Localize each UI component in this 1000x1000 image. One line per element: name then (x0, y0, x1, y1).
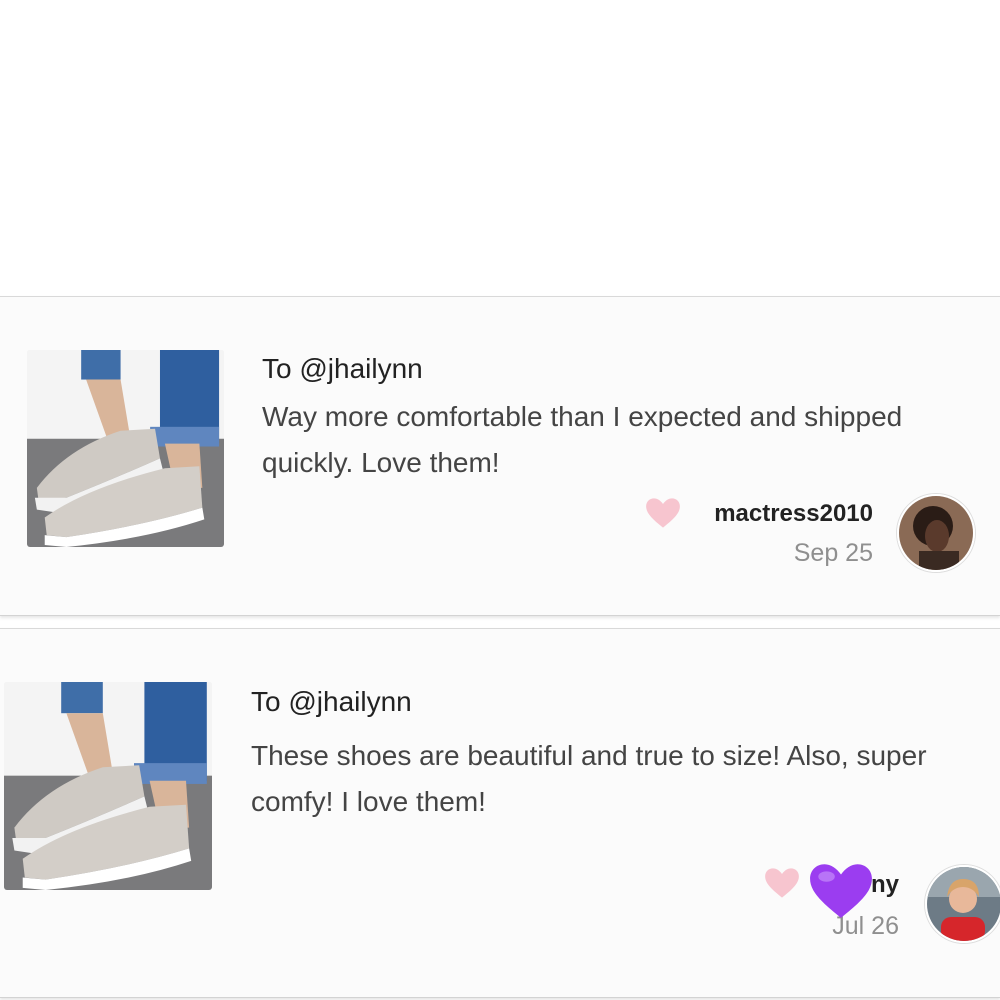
recipient-label: To @jhailynn (251, 686, 412, 717)
product-thumbnail[interactable] (4, 682, 212, 890)
review-date: Sep 25 (793, 539, 873, 567)
reviewer-username[interactable]: mactress2010 (714, 500, 873, 528)
avatar-image (899, 496, 973, 570)
avatar[interactable] (897, 494, 975, 572)
reviewer-username[interactable]: ny (871, 871, 899, 899)
avatar[interactable] (925, 865, 1000, 943)
heart-icon[interactable] (645, 497, 681, 529)
review-text: These shoes are beautiful and true to si… (251, 740, 927, 817)
review-card[interactable]: To @jhailynn Way more comfortable than I… (0, 296, 1000, 616)
avatar-image (927, 867, 1000, 941)
reviews-page: To @jhailynn Way more comfortable than I… (0, 0, 1000, 1000)
review-card[interactable]: To @jhailynn These shoes are beautiful a… (0, 628, 1000, 998)
review-text: Way more comfortable than I expected and… (262, 401, 903, 478)
shoes-image (4, 682, 212, 890)
purple-heart-emoji-icon (810, 864, 872, 918)
shoes-image (27, 350, 224, 547)
heart-icon[interactable] (764, 867, 800, 899)
recipient-label: To @jhailynn (262, 353, 423, 384)
product-thumbnail[interactable] (27, 350, 224, 547)
